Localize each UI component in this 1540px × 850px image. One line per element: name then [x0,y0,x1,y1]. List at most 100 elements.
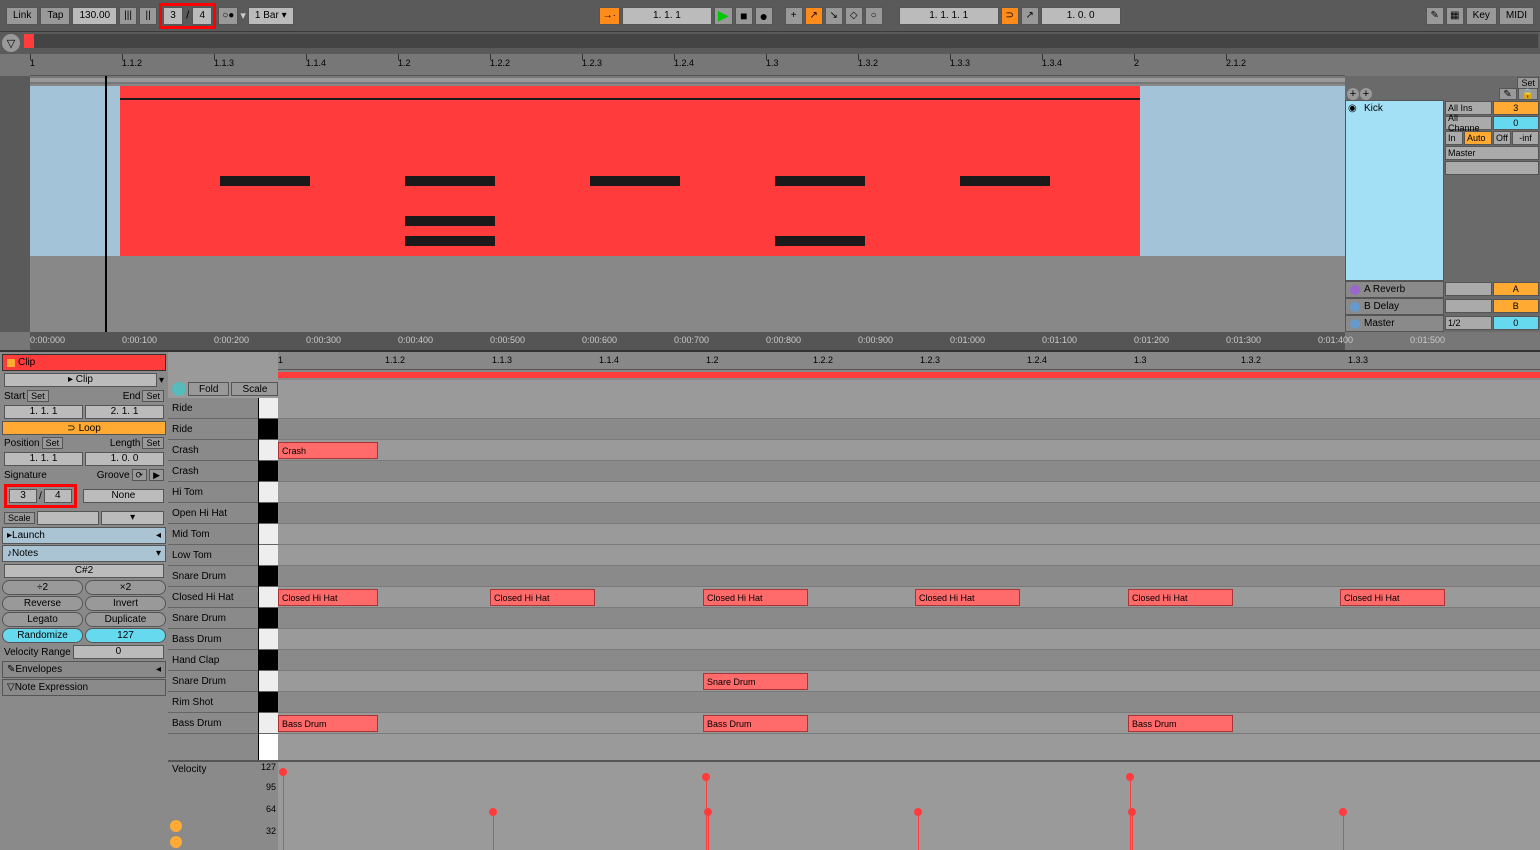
metronome-toggle[interactable]: ○● [218,7,238,25]
note-expression-section[interactable]: ▽ Note Expression [2,679,166,696]
scale-fold-button[interactable]: Scale [231,382,278,396]
piano-key[interactable] [258,713,278,734]
piano-key[interactable] [258,545,278,566]
drum-lane-label[interactable]: Low Tom [168,545,258,566]
note-lane[interactable] [278,650,1540,671]
reverse-button[interactable]: Reverse [2,596,83,611]
randomize-value[interactable]: 127 [85,628,166,643]
play-button[interactable]: ▶ [714,7,733,25]
loop-switch[interactable]: ⊃ [1001,7,1019,25]
punch-in[interactable]: ↗ [1021,7,1039,25]
input-channel[interactable]: All Channe [1445,116,1492,130]
piano-roll[interactable]: RideRideCrashCrashHi TomOpen Hi HatMid T… [168,398,1540,760]
computer-midi-icon[interactable]: ▦ [1446,7,1464,25]
midi-note[interactable]: Closed Hi Hat [703,589,808,606]
note-lane[interactable] [278,461,1540,482]
sig-denominator[interactable]: 4 [192,7,212,25]
tap-button[interactable]: Tap [40,7,70,25]
return-b[interactable]: B Delay [1345,298,1444,315]
quantize-menu[interactable]: 1 Bar ▾ [248,7,294,25]
set-start[interactable]: Set [27,390,49,402]
link-button[interactable]: Link [6,7,38,25]
note-lane[interactable]: Closed Hi HatClosed Hi HatClosed Hi HatC… [278,587,1540,608]
start-pos[interactable]: 1. 1. 1 [4,405,83,419]
clip-title-bar[interactable]: Clip [2,354,166,371]
fold-button[interactable]: Fold [188,382,229,396]
duplicate-button[interactable]: Duplicate [85,612,166,627]
midi-note[interactable]: Closed Hi Hat [278,589,378,606]
bar-ruler[interactable]: 11.1.21.1.31.1.41.21.2.21.2.31.2.41.31.3… [30,54,1345,76]
groove-select[interactable]: None [83,489,164,503]
drum-lane-label[interactable]: Hand Clap [168,650,258,671]
set-end[interactable]: Set [142,390,164,402]
drum-lane-label[interactable]: Closed Hi Hat [168,587,258,608]
midi-clip[interactable] [120,86,1140,256]
midi-map-button[interactable]: MIDI [1499,7,1534,25]
follow-button[interactable]: →· [599,7,620,25]
piano-key[interactable] [258,461,278,482]
root-note[interactable]: C#2 [4,564,164,578]
drum-lane-label[interactable]: Bass Drum [168,713,258,734]
drum-lane-label[interactable]: Crash [168,461,258,482]
clip-sig-num[interactable]: 3 [9,489,37,503]
scale-mode[interactable]: ▾ [101,511,164,525]
key-map-button[interactable]: Key [1466,7,1497,25]
note-lane[interactable] [278,566,1540,587]
track-header-kick[interactable]: ◉ Kick [1345,100,1444,281]
half-tempo[interactable]: ÷2 [2,580,83,595]
vel-range-value[interactable]: 0 [73,645,164,659]
clip-name-field[interactable]: ▸ Clip [4,373,157,387]
drum-lane-label[interactable]: Ride [168,398,258,419]
midi-note[interactable]: Snare Drum [703,673,808,690]
piano-key[interactable] [258,440,278,461]
piano-key[interactable] [258,503,278,524]
note-lane[interactable] [278,419,1540,440]
arrangement-overview[interactable] [24,34,1538,48]
monitor-auto[interactable]: Auto [1464,131,1492,145]
note-lane[interactable]: Snare Drum [278,671,1540,692]
preview-toggle[interactable] [172,382,186,396]
drum-lane-label[interactable]: Snare Drum [168,566,258,587]
arrangement-tracks[interactable]: 1/64 [30,76,1345,332]
midi-note[interactable]: Bass Drum [278,715,378,732]
double-tempo[interactable]: ×2 [85,580,166,595]
lock-icon[interactable]: 🔒 [1518,88,1538,100]
vel-zoom-plus[interactable] [170,820,182,832]
note-lane[interactable] [278,524,1540,545]
arrangement-position[interactable]: 1. 1. 1 [622,7,712,25]
piano-key[interactable] [258,608,278,629]
midi-ruler[interactable]: 11.1.21.1.31.1.41.21.2.21.2.31.2.41.31.3… [278,352,1540,370]
loop-len[interactable]: 1. 0. 0 [85,452,164,466]
prev-locator[interactable]: + [1360,88,1372,100]
piano-key[interactable] [258,692,278,713]
vel-zoom-minus[interactable] [170,836,182,848]
end-pos[interactable]: 2. 1. 1 [85,405,164,419]
overview-toggle[interactable]: ▽ [2,34,20,52]
loop-pos[interactable]: 1. 1. 1 [4,452,83,466]
stop-button[interactable]: ■ [735,7,753,25]
back-to-arrangement[interactable]: ✎ [1499,88,1517,100]
clip-sig-den[interactable]: 4 [44,489,72,503]
groove-commit[interactable]: ▶ [149,469,164,481]
drum-lane-label[interactable]: Crash [168,440,258,461]
track-vol[interactable]: -inf [1512,131,1539,145]
drum-lane-label[interactable]: Hi Tom [168,482,258,503]
loop-brace[interactable] [30,76,1345,84]
midi-note[interactable]: Bass Drum [703,715,808,732]
drum-lane-label[interactable]: Open Hi Hat [168,503,258,524]
loop-length[interactable]: 1. 0. 0 [1041,7,1121,25]
piano-key[interactable] [258,482,278,503]
set-pos[interactable]: Set [42,437,64,449]
automation-arm[interactable]: ↗ [805,7,823,25]
scale-toggle[interactable]: Scale [4,512,35,524]
reenable-automation[interactable]: ↘ [825,7,843,25]
monitor-off[interactable]: Off [1493,131,1511,145]
note-lane[interactable]: Bass DrumBass DrumBass Drum [278,713,1540,734]
piano-key[interactable] [258,629,278,650]
piano-key[interactable] [258,398,278,419]
note-lane[interactable]: Crash [278,440,1540,461]
nudge-down-icon[interactable]: || [139,7,157,25]
piano-key[interactable] [258,587,278,608]
output-channel[interactable] [1445,161,1539,175]
drum-lane-label[interactable]: Bass Drum [168,629,258,650]
